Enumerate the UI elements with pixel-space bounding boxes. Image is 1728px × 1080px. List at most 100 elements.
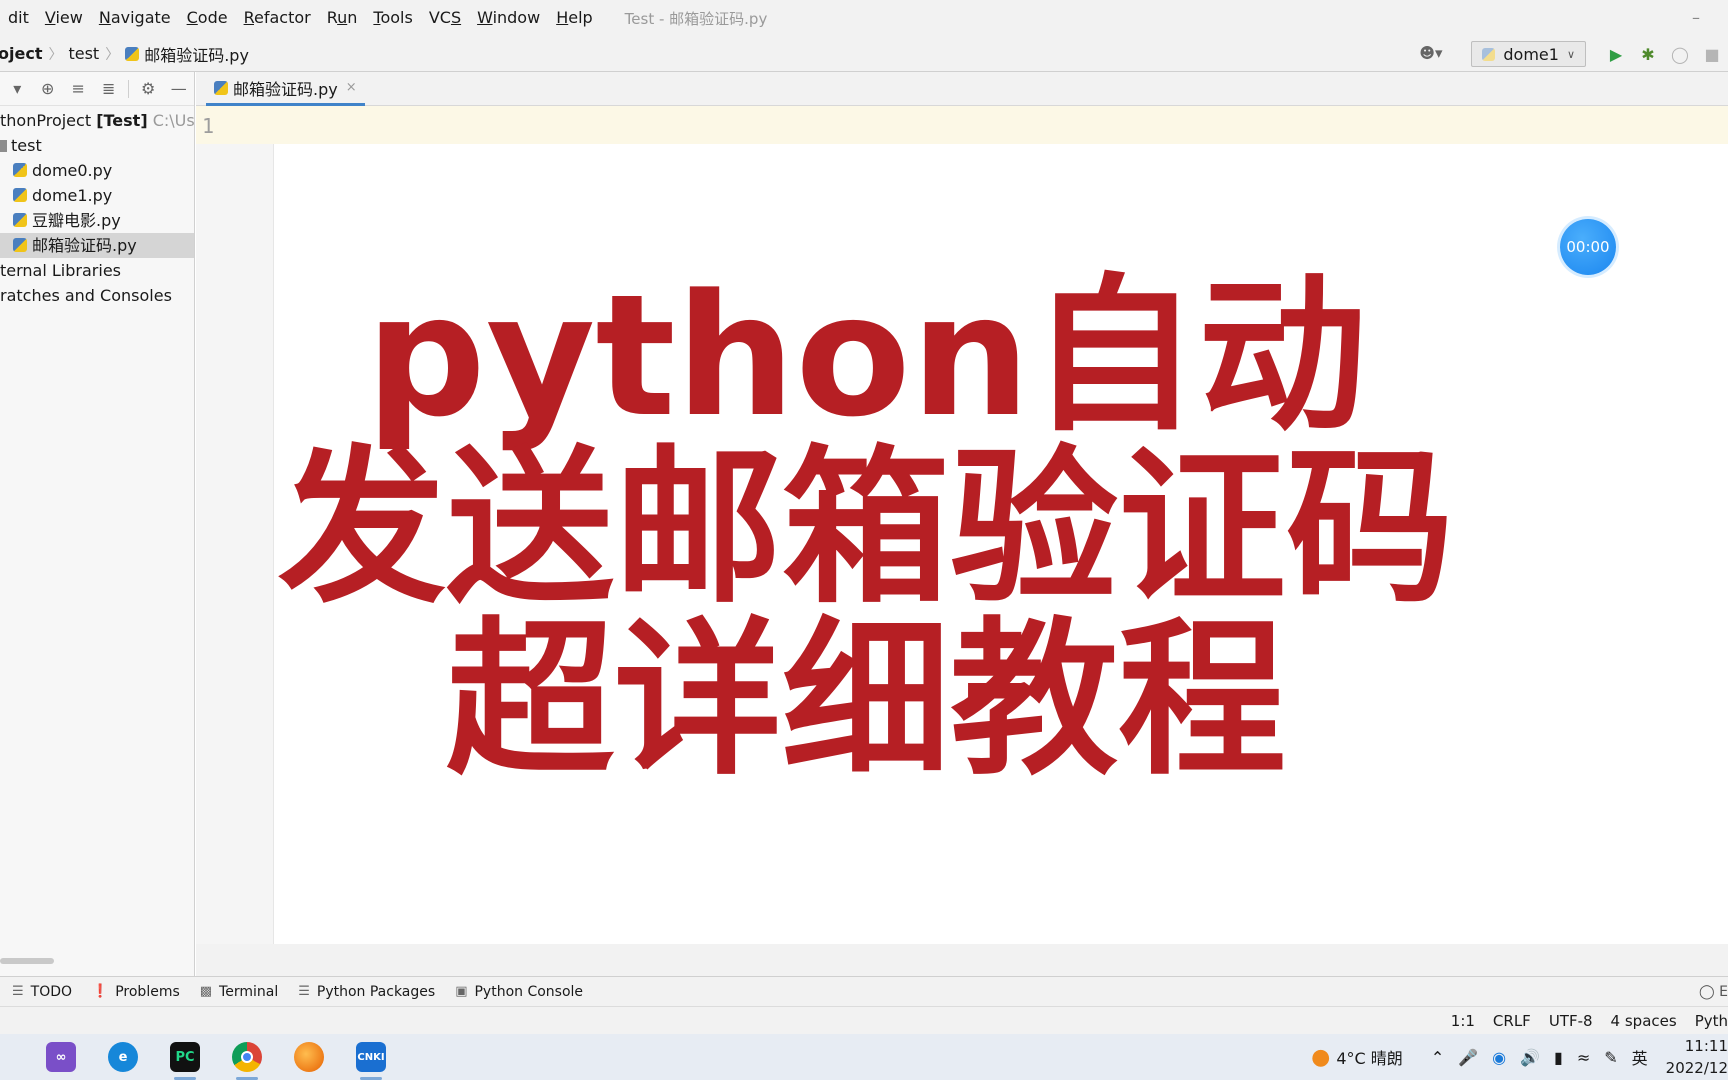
chrome-glyph	[232, 1042, 262, 1072]
python-file-icon	[13, 188, 27, 202]
tree-root[interactable]: thonProject [Test] C:\User	[0, 108, 194, 133]
breadcrumb-separator: 〉	[48, 46, 63, 63]
weather-icon[interactable]: ●	[1311, 1045, 1330, 1070]
collapse-all-icon[interactable]: ≣	[94, 79, 125, 98]
editor-bottom-strip	[196, 944, 1728, 976]
weather-text[interactable]: 4°C 晴朗	[1336, 1045, 1402, 1069]
folder-icon	[0, 140, 7, 152]
tree-scratches[interactable]: ratches and Consoles	[0, 283, 194, 308]
minimize-button[interactable]: –	[1692, 8, 1700, 27]
menu-edit[interactable]: dit	[0, 0, 37, 36]
debug-icon[interactable]: ✱	[1632, 41, 1664, 67]
pen-icon[interactable]: ✎	[1604, 1048, 1617, 1067]
horizontal-scrollbar[interactable]	[0, 958, 54, 964]
caption-line-2: 发送邮箱验证码	[278, 430, 1454, 626]
python-file-icon	[214, 80, 228, 95]
run-toolbar: ☻▾ dome1 ∨ ▶ ✱ ◯ ■	[1419, 36, 1728, 72]
menu-window[interactable]: Window	[469, 0, 548, 36]
run-config-dropdown[interactable]: dome1 ∨	[1471, 41, 1586, 67]
cnki-icon[interactable]: CNKI	[350, 1038, 392, 1080]
caption-line-3: 超详细教程	[446, 602, 1286, 798]
root-name: thonProject	[0, 111, 92, 130]
windows-taskbar: ∞ e PC CNKI ● 4°C 晴朗 ⌃ 🎤 ◉ 🔊 ▮ ≈ ✎ 英 11:…	[0, 1034, 1728, 1080]
tool-window-terminal[interactable]: ▩ Terminal	[200, 984, 278, 1000]
recording-timer[interactable]: 00:00	[1560, 219, 1616, 275]
editor-tab[interactable]: 邮箱验证码.py ×	[206, 72, 365, 106]
wifi-icon[interactable]: ≈	[1577, 1048, 1590, 1067]
tool-window-python-console[interactable]: ▣ Python Console	[455, 984, 583, 1000]
interpreter[interactable]: Pyth	[1695, 1012, 1728, 1030]
tool-window-bar: ☰ TODO ❗ Problems ▩ Terminal ☰ Python Packag…	[0, 976, 1728, 1006]
python-file-icon	[13, 213, 27, 227]
packages-icon: ☰	[298, 984, 310, 999]
menu-code[interactable]: Code	[179, 0, 236, 36]
event-log-search[interactable]: ◯ E	[1699, 984, 1728, 1000]
breadcrumb-file[interactable]: 邮箱验证码.py	[119, 42, 255, 66]
close-icon[interactable]: ×	[346, 80, 357, 95]
root-module: [Test]	[96, 111, 148, 130]
file-label: dome0.py	[32, 161, 113, 180]
ime-indicator[interactable]: 英	[1632, 1045, 1648, 1069]
user-icon[interactable]: ☻▾	[1419, 44, 1447, 64]
python-file-icon	[13, 163, 27, 177]
menu-refactor[interactable]: Refactor	[236, 0, 319, 36]
visual-studio-icon[interactable]: ∞	[40, 1038, 82, 1076]
video-caption-overlay: python自动 发送邮箱验证码 超详细教程	[196, 270, 1536, 786]
locate-icon[interactable]: ⊕	[33, 79, 64, 98]
tool-window-todo[interactable]: ☰ TODO	[12, 984, 72, 1000]
indent-setting[interactable]: 4 spaces	[1611, 1012, 1677, 1030]
caret-position[interactable]: 1:1	[1451, 1012, 1475, 1030]
menu-tools[interactable]: Tools	[365, 0, 420, 36]
hide-icon[interactable]: —	[163, 79, 194, 98]
breadcrumb-project[interactable]: oject	[0, 44, 48, 63]
tool-window-problems[interactable]: ❗ Problems	[92, 984, 180, 1000]
tool-window-label: Problems	[115, 983, 180, 1000]
file-encoding[interactable]: UTF-8	[1549, 1012, 1593, 1030]
tree-file[interactable]: dome1.py	[0, 183, 194, 208]
run-icon[interactable]: ▶	[1600, 41, 1632, 67]
tree-file[interactable]: dome0.py	[0, 158, 194, 183]
edge-icon[interactable]: e	[102, 1038, 144, 1076]
python-file-icon	[13, 238, 27, 252]
clock[interactable]: 11:11 2022/12	[1666, 1035, 1728, 1079]
tree-folder-test[interactable]: test	[0, 133, 194, 158]
menu-help[interactable]: Help	[548, 0, 600, 36]
tool-window-python-packages[interactable]: ☰ Python Packages	[298, 984, 435, 1000]
toolbar-divider	[128, 79, 129, 98]
breadcrumb-file-label: 邮箱验证码.py	[144, 45, 249, 65]
chevron-down-icon: ∨	[1566, 47, 1575, 61]
root-path: C:\User	[152, 111, 195, 130]
menu-navigate[interactable]: Navigate	[91, 0, 179, 36]
project-tree: thonProject [Test] C:\User test dome0.py…	[0, 106, 194, 308]
gear-icon[interactable]: ⚙	[133, 79, 164, 98]
menu-view[interactable]: View	[37, 0, 91, 36]
project-panel: ▾ ⊕ ≡ ≣ ⚙ — thonProject [Test] C:\User t…	[0, 72, 195, 976]
run-config-label: dome1	[1503, 44, 1559, 64]
status-bar: 1:1 CRLF UTF-8 4 spaces Pyth	[0, 1006, 1728, 1034]
problems-icon: ❗	[92, 984, 109, 999]
tree-external-libraries[interactable]: ternal Libraries	[0, 258, 194, 283]
cnki-glyph: CNKI	[356, 1042, 386, 1072]
editor-tab-bar: 邮箱验证码.py ×	[196, 72, 1728, 106]
menu-run[interactable]: Run	[319, 0, 366, 36]
stop-icon[interactable]: ■	[1696, 41, 1728, 67]
app-tray-icon[interactable]: ◉	[1492, 1048, 1506, 1067]
pycharm-icon[interactable]: PC	[164, 1038, 206, 1080]
python-icon	[1482, 47, 1496, 61]
tree-file-selected[interactable]: 邮箱验证码.py	[0, 233, 194, 258]
volume-icon[interactable]: 🔊	[1520, 1048, 1540, 1067]
microphone-icon[interactable]: 🎤	[1458, 1048, 1478, 1067]
tool-window-label: Python Console	[474, 983, 584, 1000]
chevron-up-icon[interactable]: ⌃	[1431, 1048, 1444, 1067]
line-separator[interactable]: CRLF	[1493, 1012, 1531, 1030]
chrome-icon[interactable]	[226, 1038, 268, 1080]
tab-label: 邮箱验证码.py	[233, 79, 338, 99]
coverage-icon[interactable]: ◯	[1664, 41, 1696, 67]
breadcrumb-folder[interactable]: test	[62, 44, 105, 63]
dropdown-arrow-icon[interactable]: ▾	[2, 79, 33, 98]
menu-vcs[interactable]: VCS	[421, 0, 469, 36]
firefox-icon[interactable]	[288, 1038, 330, 1076]
tree-file[interactable]: 豆瓣电影.py	[0, 208, 194, 233]
battery-icon[interactable]: ▮	[1554, 1048, 1563, 1067]
expand-all-icon[interactable]: ≡	[63, 79, 94, 98]
